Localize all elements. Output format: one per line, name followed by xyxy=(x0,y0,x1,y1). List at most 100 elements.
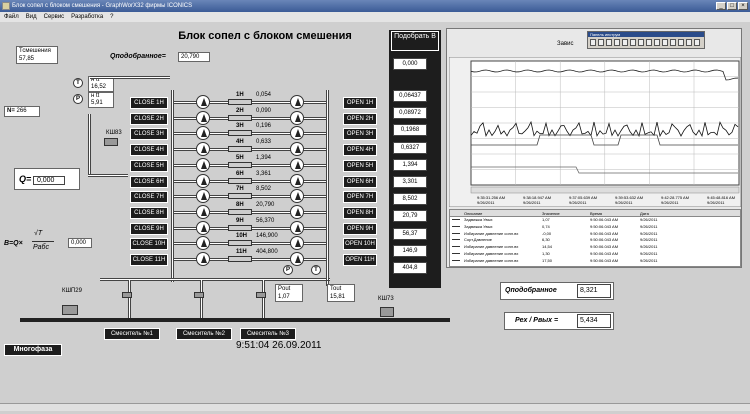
nozzle-in-7h-icon[interactable] xyxy=(196,189,210,204)
orifice-4h-icon xyxy=(228,146,252,153)
trend-tool-icon[interactable] xyxy=(694,39,700,46)
trend-tool-icon[interactable] xyxy=(678,39,684,46)
column-value-5h: 1,394 xyxy=(393,158,427,171)
close-button-8h[interactable]: CLOSE 8H xyxy=(130,206,168,219)
legend-cell: 6,30 xyxy=(542,237,550,243)
trend-tool-icon[interactable] xyxy=(654,39,660,46)
upstream-p-value: 5,91 xyxy=(91,100,103,106)
open-button-10h[interactable]: OPEN 10H xyxy=(343,238,377,251)
open-button-8h[interactable]: OPEN 8H xyxy=(343,206,377,219)
menu-file[interactable]: Файл xyxy=(4,14,19,20)
close-button-9h[interactable]: CLOSE 9H xyxy=(130,222,168,235)
open-button-9h[interactable]: OPEN 9H xyxy=(343,222,377,235)
trend-tool-icon[interactable] xyxy=(662,39,668,46)
nozzle-in-1h-icon[interactable] xyxy=(196,95,210,109)
n-value: 266 xyxy=(16,108,27,114)
mixer1-valve-icon[interactable] xyxy=(122,292,132,298)
multiphase-button[interactable]: Многофаза xyxy=(4,344,62,356)
trend-tool-icon[interactable] xyxy=(630,39,636,46)
legend-cell: Задвижка Увых xyxy=(464,217,493,222)
close-button-11h[interactable]: CLOSE 11H xyxy=(130,254,168,266)
trend-tool-icon[interactable] xyxy=(598,39,604,46)
nozzle-in-8h-icon[interactable] xyxy=(196,204,210,219)
nozzle-out-7h-icon[interactable] xyxy=(290,189,304,204)
nozzle-in-6h-icon[interactable] xyxy=(196,173,210,188)
legend-row[interactable]: Избирание давление сопл.вх 14,54 9:50:06.0… xyxy=(450,244,740,251)
q-value: 0,000 xyxy=(32,176,66,185)
nozzle-in-10h-icon[interactable] xyxy=(196,236,210,251)
nozzle-out-8h-icon[interactable] xyxy=(290,204,304,219)
legend-row[interactable]: Избирание давление сопл.вх -0,00 9:50:06.0… xyxy=(450,231,740,238)
legend-row[interactable]: Задвижка Увых 0,74 9:50:06.043 AM 9/26/2011 xyxy=(450,224,740,231)
close-button-2h[interactable]: CLOSE 2H xyxy=(130,112,168,125)
maximize-button[interactable]: □ xyxy=(727,2,737,10)
nozzle-in-11h-icon[interactable] xyxy=(196,252,210,266)
pick-button[interactable]: Подобрать В xyxy=(391,31,439,51)
legend-row[interactable]: Избирание давление сопл.вх 1,30 9:50:06.04… xyxy=(450,251,740,258)
nozzle-out-11h-icon[interactable] xyxy=(290,252,304,266)
right-collector xyxy=(326,90,329,286)
nozzle-out-1h-icon[interactable] xyxy=(290,95,304,109)
close-button-5h[interactable]: CLOSE 5H xyxy=(130,159,168,172)
trend-tool-icon[interactable] xyxy=(686,39,692,46)
nozzle-out-2h-icon[interactable] xyxy=(290,110,304,125)
close-button-1h[interactable]: CLOSE 1H xyxy=(130,97,168,109)
mixer1-label[interactable]: Смеситель №1 xyxy=(104,328,160,340)
legend-row[interactable]: Избирание давление сопл.вх 17,50 9:50:06.0… xyxy=(450,258,740,265)
nozzle-out-5h-icon[interactable] xyxy=(290,157,304,172)
nozzle-in-9h-icon[interactable] xyxy=(196,220,210,235)
open-button-2h[interactable]: OPEN 2H xyxy=(343,112,377,125)
open-button-3h[interactable]: OPEN 3H xyxy=(343,128,377,141)
close-button-4h[interactable]: CLOSE 4H xyxy=(130,144,168,157)
close-button-10h[interactable]: CLOSE 10H xyxy=(130,238,168,251)
horizontal-scrollbar[interactable] xyxy=(0,403,750,411)
close-button-7h[interactable]: CLOSE 7H xyxy=(130,191,168,204)
trend-tool-icon[interactable] xyxy=(646,39,652,46)
trend-tool-icon[interactable] xyxy=(638,39,644,46)
trend-tool-icon[interactable] xyxy=(590,39,596,46)
open-button-1h[interactable]: OPEN 1H xyxy=(343,97,377,109)
nozzle-out-4h-icon[interactable] xyxy=(290,142,304,157)
close-button-3h[interactable]: CLOSE 3H xyxy=(130,128,168,141)
mixer2-valve-icon[interactable] xyxy=(194,292,204,298)
legend-swatch xyxy=(452,219,460,220)
open-button-7h[interactable]: OPEN 7H xyxy=(343,191,377,204)
nozzle-out-3h-icon[interactable] xyxy=(290,126,304,141)
nozzle-value-4h: 0,633 xyxy=(256,139,272,146)
legend-header-cell: Дата xyxy=(640,211,649,216)
mixer3-label[interactable]: Смеситель №3 xyxy=(240,328,296,340)
legend-header-cell: Значение xyxy=(542,211,560,216)
menu-help[interactable]: ? xyxy=(110,14,113,20)
trend-tool-icon[interactable] xyxy=(670,39,676,46)
open-button-11h[interactable]: OPEN 11H xyxy=(343,254,377,266)
open-button-4h[interactable]: OPEN 4H xyxy=(343,144,377,157)
trend-tool-icon[interactable] xyxy=(606,39,612,46)
legend-row[interactable]: Сорт.Давление 6,30 9:50:06.043 AM 9/26/2011 xyxy=(450,237,740,244)
nozzle-in-5h-icon[interactable] xyxy=(196,157,210,172)
legend-cell: Избирание давление сопл.вх xyxy=(464,244,519,250)
trend-x-tick: 9/26/2011 xyxy=(707,200,725,205)
legend-row[interactable]: Задвижка Увых 1,07 9:50:06.043 AM 9/26/2011 xyxy=(450,217,740,224)
nozzle-in-4h-icon[interactable] xyxy=(196,142,210,157)
inlet-pipe-lower xyxy=(88,174,128,177)
close-button-6h[interactable]: CLOSE 6H xyxy=(130,175,168,188)
open-button-6h[interactable]: OPEN 6H xyxy=(343,175,377,188)
menu-view[interactable]: Вид xyxy=(26,14,37,20)
menu-develop[interactable]: Разработка xyxy=(71,14,103,20)
minimize-button[interactable]: _ xyxy=(716,2,726,10)
mixer3-valve-icon[interactable] xyxy=(256,292,266,298)
mixer2-label[interactable]: Смеситель №2 xyxy=(176,328,232,340)
nozzle-out-6h-icon[interactable] xyxy=(290,173,304,188)
nozzle-in-2h-icon[interactable] xyxy=(196,110,210,125)
nozzle-name-6h: 6H xyxy=(236,170,244,177)
nozzle-in-3h-icon[interactable] xyxy=(196,126,210,141)
close-window-button[interactable]: × xyxy=(738,2,748,10)
trend-chart[interactable]: 9:35:31.256 AM9/26/20119:38:18.947 AM9/2… xyxy=(449,57,741,207)
b-formula-num: √T xyxy=(34,230,43,237)
trend-tool-icon[interactable] xyxy=(622,39,628,46)
nozzle-out-9h-icon[interactable] xyxy=(290,220,304,235)
open-button-5h[interactable]: OPEN 5H xyxy=(343,159,377,172)
trend-tool-icon[interactable] xyxy=(614,39,620,46)
nozzle-out-10h-icon[interactable] xyxy=(290,236,304,251)
menu-service[interactable]: Сервис xyxy=(44,14,65,20)
